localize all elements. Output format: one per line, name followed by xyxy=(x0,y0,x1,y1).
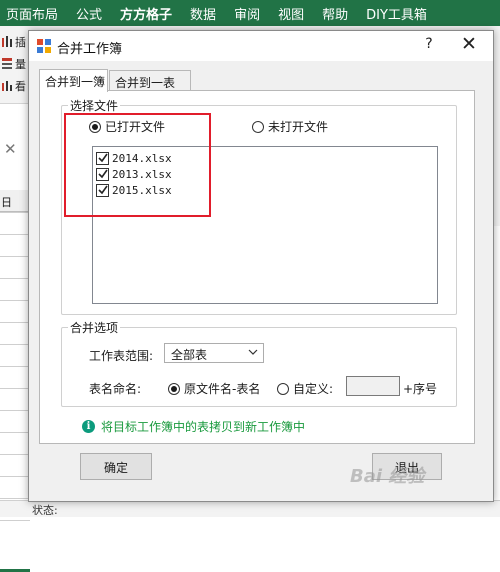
suffix-label: +序号 xyxy=(403,382,438,396)
radio-custom-dot[interactable] xyxy=(277,382,289,395)
list-item[interactable]: 2014.xlsx xyxy=(96,150,172,166)
select-files-label: 选择文件 xyxy=(68,97,121,114)
ribbon-tab-fangfanggezi[interactable]: 方方格子 xyxy=(111,0,181,26)
select-files-group: 选择文件 已打开文件 未打开文件 2014.xlsx 2013.xlsx 201… xyxy=(61,97,457,315)
worksheet-area[interactable]: ✕ 日 xyxy=(0,104,30,572)
info-icon: i xyxy=(82,420,95,433)
custom-name-input[interactable] xyxy=(346,376,400,396)
ribbon-tab-page-layout[interactable]: 页面布局 xyxy=(0,0,67,26)
checkbox-checked[interactable] xyxy=(96,151,109,165)
ribbon-command-view[interactable]: 看 xyxy=(2,78,26,94)
ribbon-tab-bar: 页面布局 公式 方方格子 数据 审阅 视图 帮助 DIY工具箱 xyxy=(0,0,500,26)
tab-panel: 选择文件 已打开文件 未打开文件 2014.xlsx 2013.xlsx 201… xyxy=(39,90,475,444)
file-name: 2014.xlsx xyxy=(112,151,172,165)
radio-opened-dot[interactable] xyxy=(89,120,101,133)
check-icon xyxy=(97,153,108,163)
sheet-tab-indicator[interactable] xyxy=(0,552,30,572)
status-label: 状态: xyxy=(32,504,58,517)
ribbon-tab-diy-toolbox[interactable]: DIY工具箱 xyxy=(357,0,436,26)
dialog-titlebar[interactable]: 合并工作簿 ? ✕ xyxy=(29,31,493,61)
sheet-range-label: 工作表范围: xyxy=(89,349,154,363)
ok-button[interactable]: 确定 xyxy=(80,453,152,480)
ribbon-tab-view[interactable]: 视图 xyxy=(269,0,313,26)
check-icon xyxy=(97,185,108,195)
exit-button[interactable]: 退出 xyxy=(372,453,442,480)
radio-custom-name[interactable]: 自定义: xyxy=(277,380,333,397)
chevron-down-icon xyxy=(248,349,258,355)
tab-merge-to-workbook[interactable]: 合并到一簿 xyxy=(39,69,108,92)
close-icon[interactable]: ✕ xyxy=(4,140,17,158)
batch-icon xyxy=(2,58,12,69)
help-button[interactable]: ? xyxy=(421,36,437,52)
radio-opened-files[interactable]: 已打开文件 xyxy=(89,118,165,135)
list-item[interactable]: 2013.xlsx xyxy=(96,166,172,182)
file-name: 2013.xlsx xyxy=(112,167,172,181)
ribbon-tab-review[interactable]: 审阅 xyxy=(225,0,269,26)
column-header[interactable]: 日 xyxy=(0,190,30,212)
ribbon-tab-help[interactable]: 帮助 xyxy=(313,0,357,26)
ribbon-tab-data[interactable]: 数据 xyxy=(181,0,225,26)
status-bar: 状态: xyxy=(0,500,500,517)
list-item[interactable]: 2015.xlsx xyxy=(96,182,172,198)
info-row: i 将目标工作簿中的表拷贝到新工作簿中 xyxy=(82,418,305,435)
close-button[interactable]: ✕ xyxy=(457,33,481,55)
sheet-naming-label: 表名命名: xyxy=(89,382,142,396)
ribbon-command-insert[interactable]: 插 xyxy=(2,34,26,50)
info-text: 将目标工作簿中的表拷贝到新工作簿中 xyxy=(101,420,306,434)
radio-unopened-files[interactable]: 未打开文件 xyxy=(252,118,328,135)
checkbox-checked[interactable] xyxy=(96,167,109,181)
radio-unopened-dot[interactable] xyxy=(252,120,264,133)
file-list[interactable]: 2014.xlsx 2013.xlsx 2015.xlsx xyxy=(92,146,438,304)
ribbon-tab-formulas[interactable]: 公式 xyxy=(67,0,111,26)
checkbox-checked[interactable] xyxy=(96,183,109,197)
sheet-range-select[interactable]: 全部表 xyxy=(164,343,264,363)
file-name: 2015.xlsx xyxy=(112,183,172,197)
dialog-title: 合并工作簿 xyxy=(57,42,123,57)
radio-original-dot[interactable] xyxy=(168,382,180,395)
ribbon-command-batch[interactable]: 量 xyxy=(2,56,26,72)
check-icon xyxy=(97,169,108,179)
tab-merge-to-sheet[interactable]: 合并到一表 xyxy=(109,70,191,91)
view-icon xyxy=(2,81,12,91)
radio-original-name[interactable]: 原文件名-表名 xyxy=(168,380,260,397)
insert-icon xyxy=(2,36,12,47)
merge-options-group: 合并选项 工作表范围: 全部表 表名命名: 原文件名-表名 自定义: +序号 xyxy=(61,319,457,407)
app-icon xyxy=(37,39,51,53)
merge-options-label: 合并选项 xyxy=(68,319,121,336)
